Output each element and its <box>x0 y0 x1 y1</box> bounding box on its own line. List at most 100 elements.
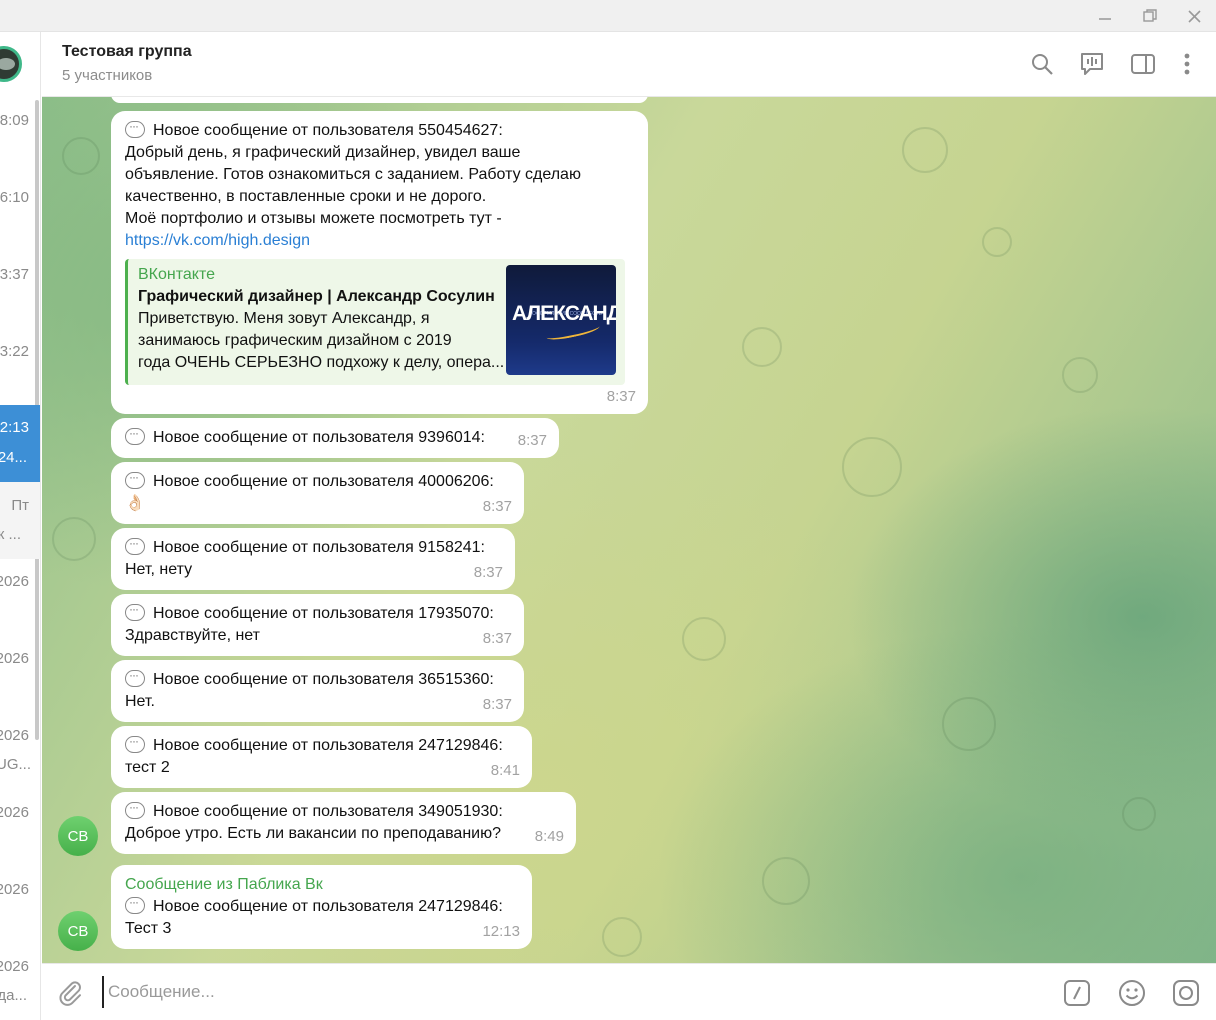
thumbnail-title: АЛЕКСАНДР <box>512 302 616 325</box>
message-bubble[interactable]: Новое сообщение от пользователя 9396014:… <box>111 418 559 458</box>
chat-list-item[interactable]: 2026 <box>0 867 40 944</box>
message-text: Новое сообщение от пользователя 9396014: <box>153 429 485 446</box>
background-doodle <box>902 127 948 173</box>
background-doodle <box>52 517 96 561</box>
message-bubble[interactable]: Новое сообщение от пользователя 36515360… <box>111 660 524 722</box>
message-input[interactable] <box>102 976 1002 1008</box>
message-text: Доброе утро. Есть ли вакансии по препода… <box>125 825 501 842</box>
search-icon[interactable] <box>1028 50 1056 78</box>
message-bubble[interactable]: Новое сообщение от пользователя 40006206… <box>111 462 524 524</box>
speech-balloon-icon <box>125 796 145 819</box>
chat-list-preview: да... <box>0 987 27 1004</box>
message-bubble[interactable]: Сообщение из Паблика Вк Новое сообщение … <box>111 865 532 949</box>
link-preview-thumbnail[interactable]: ОФОРМЛЕНИЕ СООБЩЕСТВ АЛЕКСАНДР <box>506 265 616 375</box>
background-doodle <box>742 327 782 367</box>
commands-icon[interactable] <box>1062 978 1092 1008</box>
chat-list-item[interactable]: 3:22 <box>0 331 40 408</box>
link-preview-text: занимаюсь графическим дизайном с 2019 <box>138 332 452 349</box>
sender-avatar[interactable]: СВ <box>58 911 98 951</box>
restore-icon[interactable] <box>1128 0 1172 32</box>
speech-balloon-icon <box>125 891 145 914</box>
message-time: 8:37 <box>482 498 512 515</box>
background-doodle <box>982 227 1012 257</box>
chat-list-item[interactable]: 2026 <box>0 790 40 867</box>
chat-list-time: 2026 <box>0 958 29 975</box>
message-text: Новое сообщение от пользователя 24712984… <box>153 898 503 915</box>
message-text: Тест 3 <box>125 920 172 937</box>
sender-avatar[interactable]: СВ <box>58 816 98 856</box>
sidebar-toggle-icon[interactable] <box>1129 50 1157 78</box>
chat-list-strip: 8:09 6:10 3:37 3:22 12:13 24... Пт к ...… <box>0 32 41 1020</box>
background-doodle <box>762 857 810 905</box>
message-line: Новое сообщение от пользователя 55045462… <box>125 115 634 142</box>
background-doodle <box>1062 357 1098 393</box>
chat-list-preview: UG... <box>0 756 31 773</box>
chat-list-preview: к ... <box>0 526 21 543</box>
message-composer <box>42 963 1216 1020</box>
message-sender[interactable]: Сообщение из Паблика Вк <box>125 874 518 896</box>
chat-list-item[interactable]: Пт к ... <box>0 482 40 559</box>
message-text: Новое сообщение от пользователя 55045462… <box>153 122 503 139</box>
background-doodle <box>682 617 726 661</box>
message-text: Нет. <box>125 693 155 710</box>
message-bubble[interactable]: Новое сообщение от пользователя 17935070… <box>111 594 524 656</box>
chat-list-preview: 24... <box>0 449 27 466</box>
speech-balloon-icon <box>125 115 145 138</box>
background-doodle <box>1122 797 1156 831</box>
more-options-icon[interactable] <box>1173 50 1201 78</box>
chat-list-item[interactable]: 6:10 <box>0 177 40 254</box>
chat-messages-area[interactable]: Новое сообщение от пользователя 55045462… <box>42 97 1216 963</box>
background-doodle <box>842 437 902 497</box>
minimize-icon[interactable] <box>1083 0 1127 32</box>
close-icon[interactable] <box>1172 0 1216 32</box>
voice-chat-icon[interactable] <box>1078 50 1106 78</box>
chat-list-item[interactable]: 2026 <box>0 559 40 636</box>
message-link[interactable]: https://vk.com/high.design <box>125 232 310 249</box>
message-bubble-partial[interactable] <box>111 97 648 103</box>
chat-members-count[interactable]: 5 участников <box>62 67 152 84</box>
chat-title[interactable]: Тестовая группа <box>62 43 192 61</box>
link-preview-title: Графический дизайнер | Александр Сосулин <box>138 288 495 305</box>
message-bubble[interactable]: Новое сообщение от пользователя 9158241:… <box>111 528 515 590</box>
chat-list-time: 8:09 <box>0 112 29 129</box>
chat-list-time: 2026 <box>0 727 29 744</box>
window-titlebar <box>0 0 1216 32</box>
chat-list-item-active[interactable]: 12:13 24... <box>0 405 40 482</box>
background-doodle <box>62 137 100 175</box>
chat-list-item[interactable]: 2026 да... <box>0 944 40 1020</box>
chat-list-time: 6:10 <box>0 189 29 206</box>
speech-balloon-icon <box>125 664 145 687</box>
message-text: Новое сообщение от пользователя 17935070… <box>153 605 494 622</box>
emoji-icon[interactable] <box>1117 978 1147 1008</box>
speech-balloon-icon <box>125 598 145 621</box>
message-bubble[interactable]: Новое сообщение от пользователя 34905193… <box>111 792 576 854</box>
link-preview-text: года ОЧЕНЬ СЕРЬЕЗНО подхожу к делу, опер… <box>138 354 505 371</box>
camera-icon[interactable] <box>1171 978 1201 1008</box>
chat-list-time: 2026 <box>0 881 29 898</box>
link-preview-site: ВКонтакте <box>138 266 215 283</box>
chat-list-time: Пт <box>11 497 29 514</box>
chat-list-item[interactable]: 8:09 <box>0 100 40 177</box>
message-bubble[interactable]: Новое сообщение от пользователя 24712984… <box>111 726 532 788</box>
message-text: Новое сообщение от пользователя 40006206… <box>153 473 494 490</box>
message-text: Добрый день, я графический дизайнер, уви… <box>125 144 521 161</box>
chat-list-time: 2026 <box>0 804 29 821</box>
account-avatar[interactable] <box>0 46 22 82</box>
attach-icon[interactable] <box>56 978 84 1006</box>
speech-balloon-icon <box>125 422 145 445</box>
chat-header[interactable]: Тестовая группа 5 участников <box>42 32 1216 97</box>
chat-list-time: 3:22 <box>0 343 29 360</box>
chat-list-item[interactable]: 2026 <box>0 636 40 713</box>
message-text: Новое сообщение от пользователя 24712984… <box>153 737 503 754</box>
chat-list-time: 3:37 <box>0 266 29 283</box>
chat-list-item[interactable]: 2026 UG... <box>0 713 40 790</box>
message-time: 8:41 <box>490 762 520 779</box>
message-time: 8:37 <box>482 696 512 713</box>
message-text: качественно, в поставленные сроки и не д… <box>125 188 487 205</box>
link-preview-text: Приветствую. Меня зовут Александр, я <box>138 310 430 327</box>
chat-list-time: 2026 <box>0 573 29 590</box>
link-preview[interactable]: ВКонтакте Графический дизайнер | Алексан… <box>125 259 625 385</box>
chat-list-item[interactable]: 3:37 <box>0 254 40 331</box>
message-text: Новое сообщение от пользователя 36515360… <box>153 671 494 688</box>
message-bubble[interactable]: Новое сообщение от пользователя 55045462… <box>111 111 648 414</box>
